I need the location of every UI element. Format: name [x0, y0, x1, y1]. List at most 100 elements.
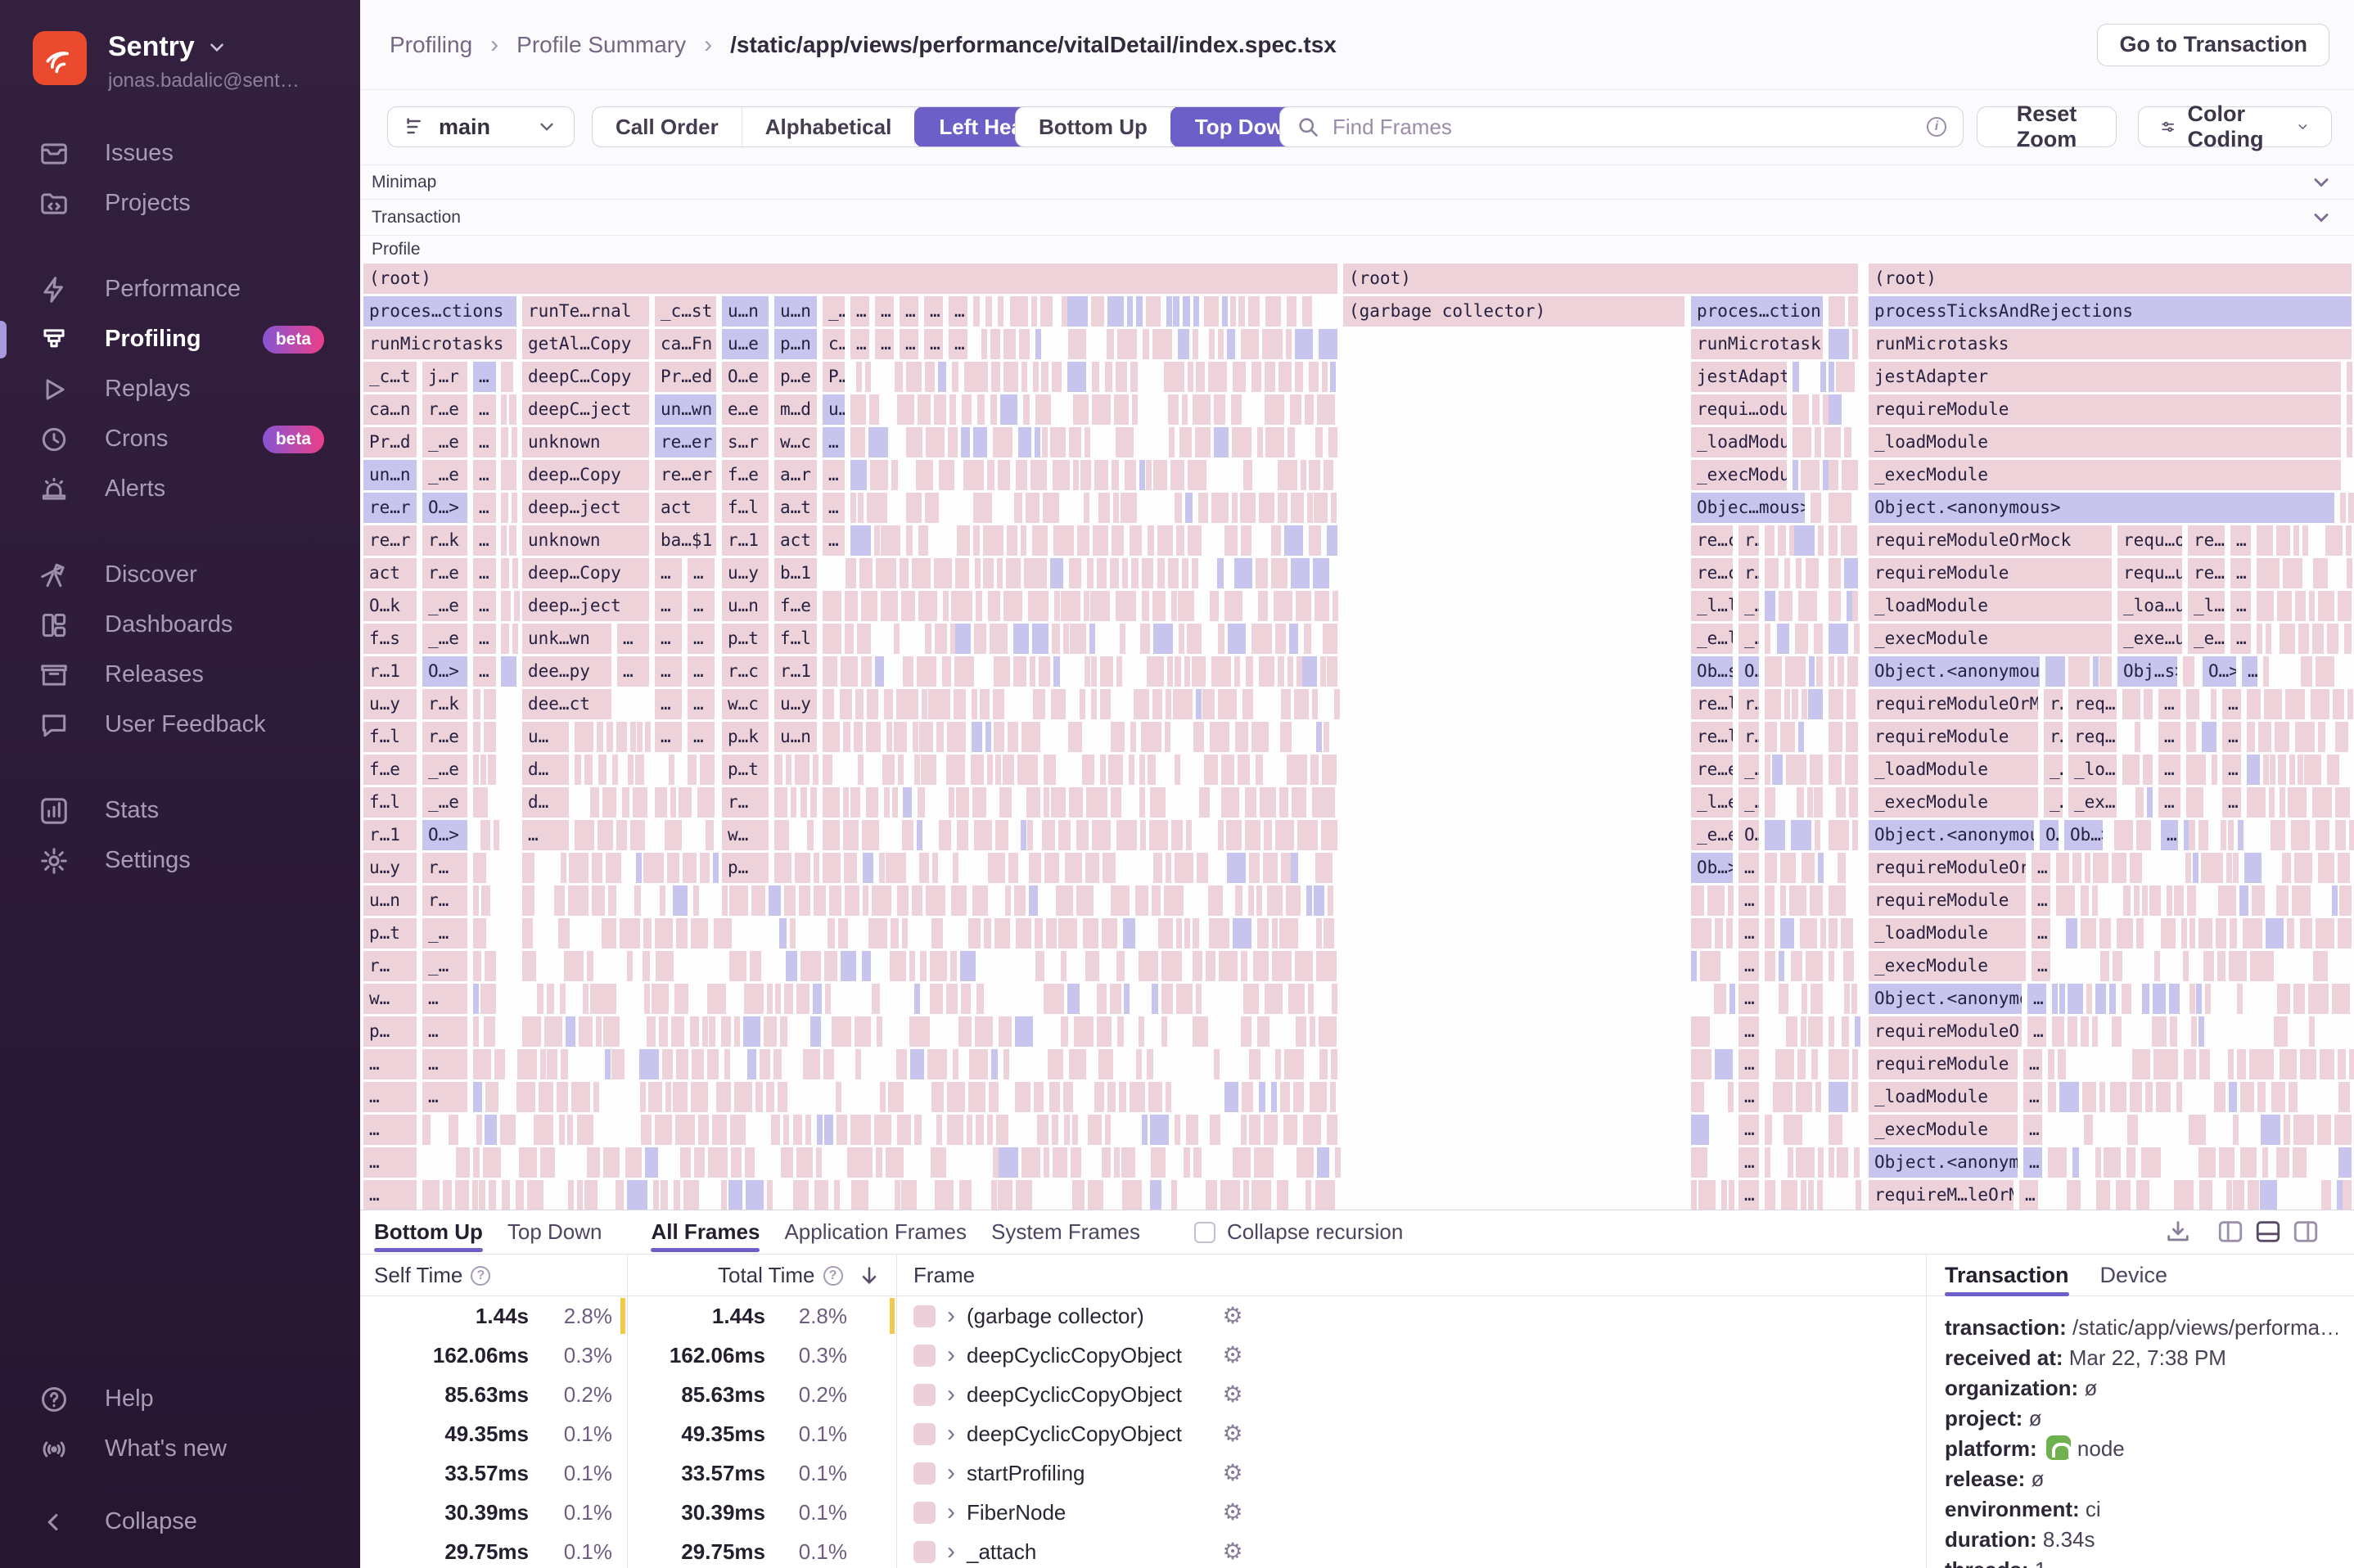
flame-frame[interactable]	[2122, 689, 2140, 719]
flame-frame[interactable]	[1319, 1016, 1337, 1047]
flame-frame[interactable]: runMicrotasks	[1869, 329, 2352, 359]
flame-frame[interactable]	[949, 787, 954, 818]
flame-frame[interactable]: …	[850, 329, 869, 359]
flame-frame[interactable]	[1023, 394, 1030, 425]
flame-frame[interactable]: …	[900, 329, 918, 359]
flame-frame[interactable]	[544, 1016, 562, 1047]
flame-frame[interactable]: O…>	[422, 493, 467, 523]
flame-frame[interactable]	[1185, 493, 1193, 523]
flame-frame[interactable]	[774, 820, 789, 850]
flame-frame[interactable]: act	[774, 525, 817, 556]
flame-frame[interactable]	[656, 951, 674, 981]
flame-frame[interactable]	[1014, 493, 1022, 523]
flame-frame[interactable]	[1765, 885, 1775, 916]
flame-frame[interactable]	[1021, 362, 1027, 392]
frame-table-row[interactable]: 1.44s2.8%1.44s2.8%⚙›(garbage collector)	[360, 1296, 1926, 1336]
flame-frame[interactable]: f…e	[774, 591, 817, 621]
flame-frame[interactable]	[680, 1147, 691, 1178]
flame-frame[interactable]	[974, 624, 986, 654]
flame-frame[interactable]	[1307, 493, 1313, 523]
flame-frame[interactable]	[891, 460, 898, 490]
flame-frame[interactable]	[1320, 656, 1326, 687]
flame-frame[interactable]: u…n	[363, 885, 417, 916]
flame-frame[interactable]	[476, 1115, 482, 1145]
flame-frame[interactable]	[1076, 1147, 1081, 1178]
flame-frame[interactable]: …	[2023, 1147, 2042, 1178]
flame-frame[interactable]	[935, 624, 947, 654]
flame-frame[interactable]	[1167, 656, 1173, 687]
expand-chevron-icon[interactable]: ›	[947, 1453, 955, 1493]
flame-frame[interactable]: …	[2032, 885, 2050, 916]
flame-frame[interactable]	[988, 591, 1000, 621]
flame-frame[interactable]: runMicrotasks	[363, 329, 516, 359]
flame-frame[interactable]	[1111, 787, 1121, 818]
flame-frame[interactable]	[813, 755, 818, 785]
flame-frame[interactable]	[2270, 755, 2275, 785]
flame-frame[interactable]	[2280, 787, 2285, 818]
flame-frame[interactable]	[1153, 460, 1167, 490]
flame-frame[interactable]	[622, 787, 629, 818]
flame-frame[interactable]	[846, 558, 856, 588]
flame-frame[interactable]: re…e	[2188, 558, 2225, 588]
flame-frame[interactable]	[1784, 1115, 1802, 1145]
flame-frame[interactable]: r…	[422, 853, 467, 883]
flame-frame[interactable]	[926, 885, 945, 916]
flame-frame[interactable]	[1847, 591, 1852, 621]
flame-frame[interactable]	[1257, 427, 1263, 457]
flame-frame[interactable]	[501, 460, 516, 490]
flame-frame[interactable]: w…	[363, 984, 417, 1014]
flame-frame[interactable]	[728, 1180, 742, 1210]
flame-frame[interactable]	[922, 689, 927, 719]
flame-frame[interactable]	[1296, 591, 1311, 621]
flame-frame[interactable]	[823, 853, 841, 883]
flame-frame[interactable]	[1297, 656, 1302, 687]
flame-frame[interactable]	[1083, 918, 1098, 948]
flame-frame[interactable]	[783, 1115, 789, 1145]
flame-frame[interactable]	[1322, 362, 1328, 392]
flame-frame[interactable]	[1218, 820, 1224, 850]
flame-frame[interactable]	[519, 1147, 537, 1178]
flame-frame[interactable]	[1170, 460, 1184, 490]
flame-frame[interactable]: requireModule	[1869, 1049, 2018, 1079]
flame-frame[interactable]	[1176, 984, 1193, 1014]
tab-bottom-up[interactable]: Bottom Up	[374, 1210, 483, 1255]
flame-frame[interactable]	[473, 853, 486, 883]
flame-frame[interactable]	[652, 984, 657, 1014]
flame-frame[interactable]	[2252, 885, 2265, 916]
flame-frame[interactable]	[2257, 624, 2262, 654]
flame-frame[interactable]	[501, 525, 507, 556]
flame-frame[interactable]	[2199, 1180, 2212, 1210]
flame-frame[interactable]	[850, 787, 860, 818]
flame-frame[interactable]	[1210, 722, 1229, 752]
flame-frame[interactable]: …	[363, 1082, 417, 1112]
flame-frame[interactable]	[643, 951, 650, 981]
flame-frame[interactable]: re…er	[655, 460, 716, 490]
flame-frame[interactable]	[1278, 362, 1292, 392]
flame-frame[interactable]: …	[688, 656, 715, 687]
flame-frame[interactable]	[574, 853, 588, 883]
flame-frame[interactable]	[817, 1115, 823, 1145]
flame-frame[interactable]: …	[2023, 1082, 2042, 1112]
flame-frame[interactable]: (root)	[363, 264, 1337, 294]
flame-frame[interactable]	[2144, 689, 2153, 719]
flame-frame[interactable]: r…c	[722, 656, 769, 687]
flame-frame[interactable]	[1222, 296, 1228, 327]
flame-frame[interactable]	[987, 1115, 993, 1145]
flame-frame[interactable]	[1802, 1082, 1812, 1112]
flame-frame[interactable]	[473, 885, 479, 916]
flame-frame[interactable]	[1130, 362, 1138, 392]
flame-frame[interactable]	[620, 918, 640, 948]
flame-frame[interactable]	[955, 558, 969, 588]
flame-frame[interactable]: _c…t	[363, 362, 417, 392]
collapse-recursion-checkbox[interactable]	[1194, 1222, 1215, 1243]
flame-frame[interactable]	[1691, 1082, 1704, 1112]
flame-frame[interactable]	[2186, 787, 2203, 818]
flame-frame[interactable]: …	[2019, 1180, 2038, 1210]
flame-frame[interactable]	[660, 787, 667, 818]
flame-frame[interactable]	[1308, 984, 1314, 1014]
flame-frame[interactable]	[1820, 918, 1826, 948]
flame-frame[interactable]	[1795, 624, 1808, 654]
flame-frame[interactable]	[479, 1180, 485, 1210]
flame-frame[interactable]: _…e	[422, 591, 467, 621]
flame-frame[interactable]	[1091, 656, 1097, 687]
